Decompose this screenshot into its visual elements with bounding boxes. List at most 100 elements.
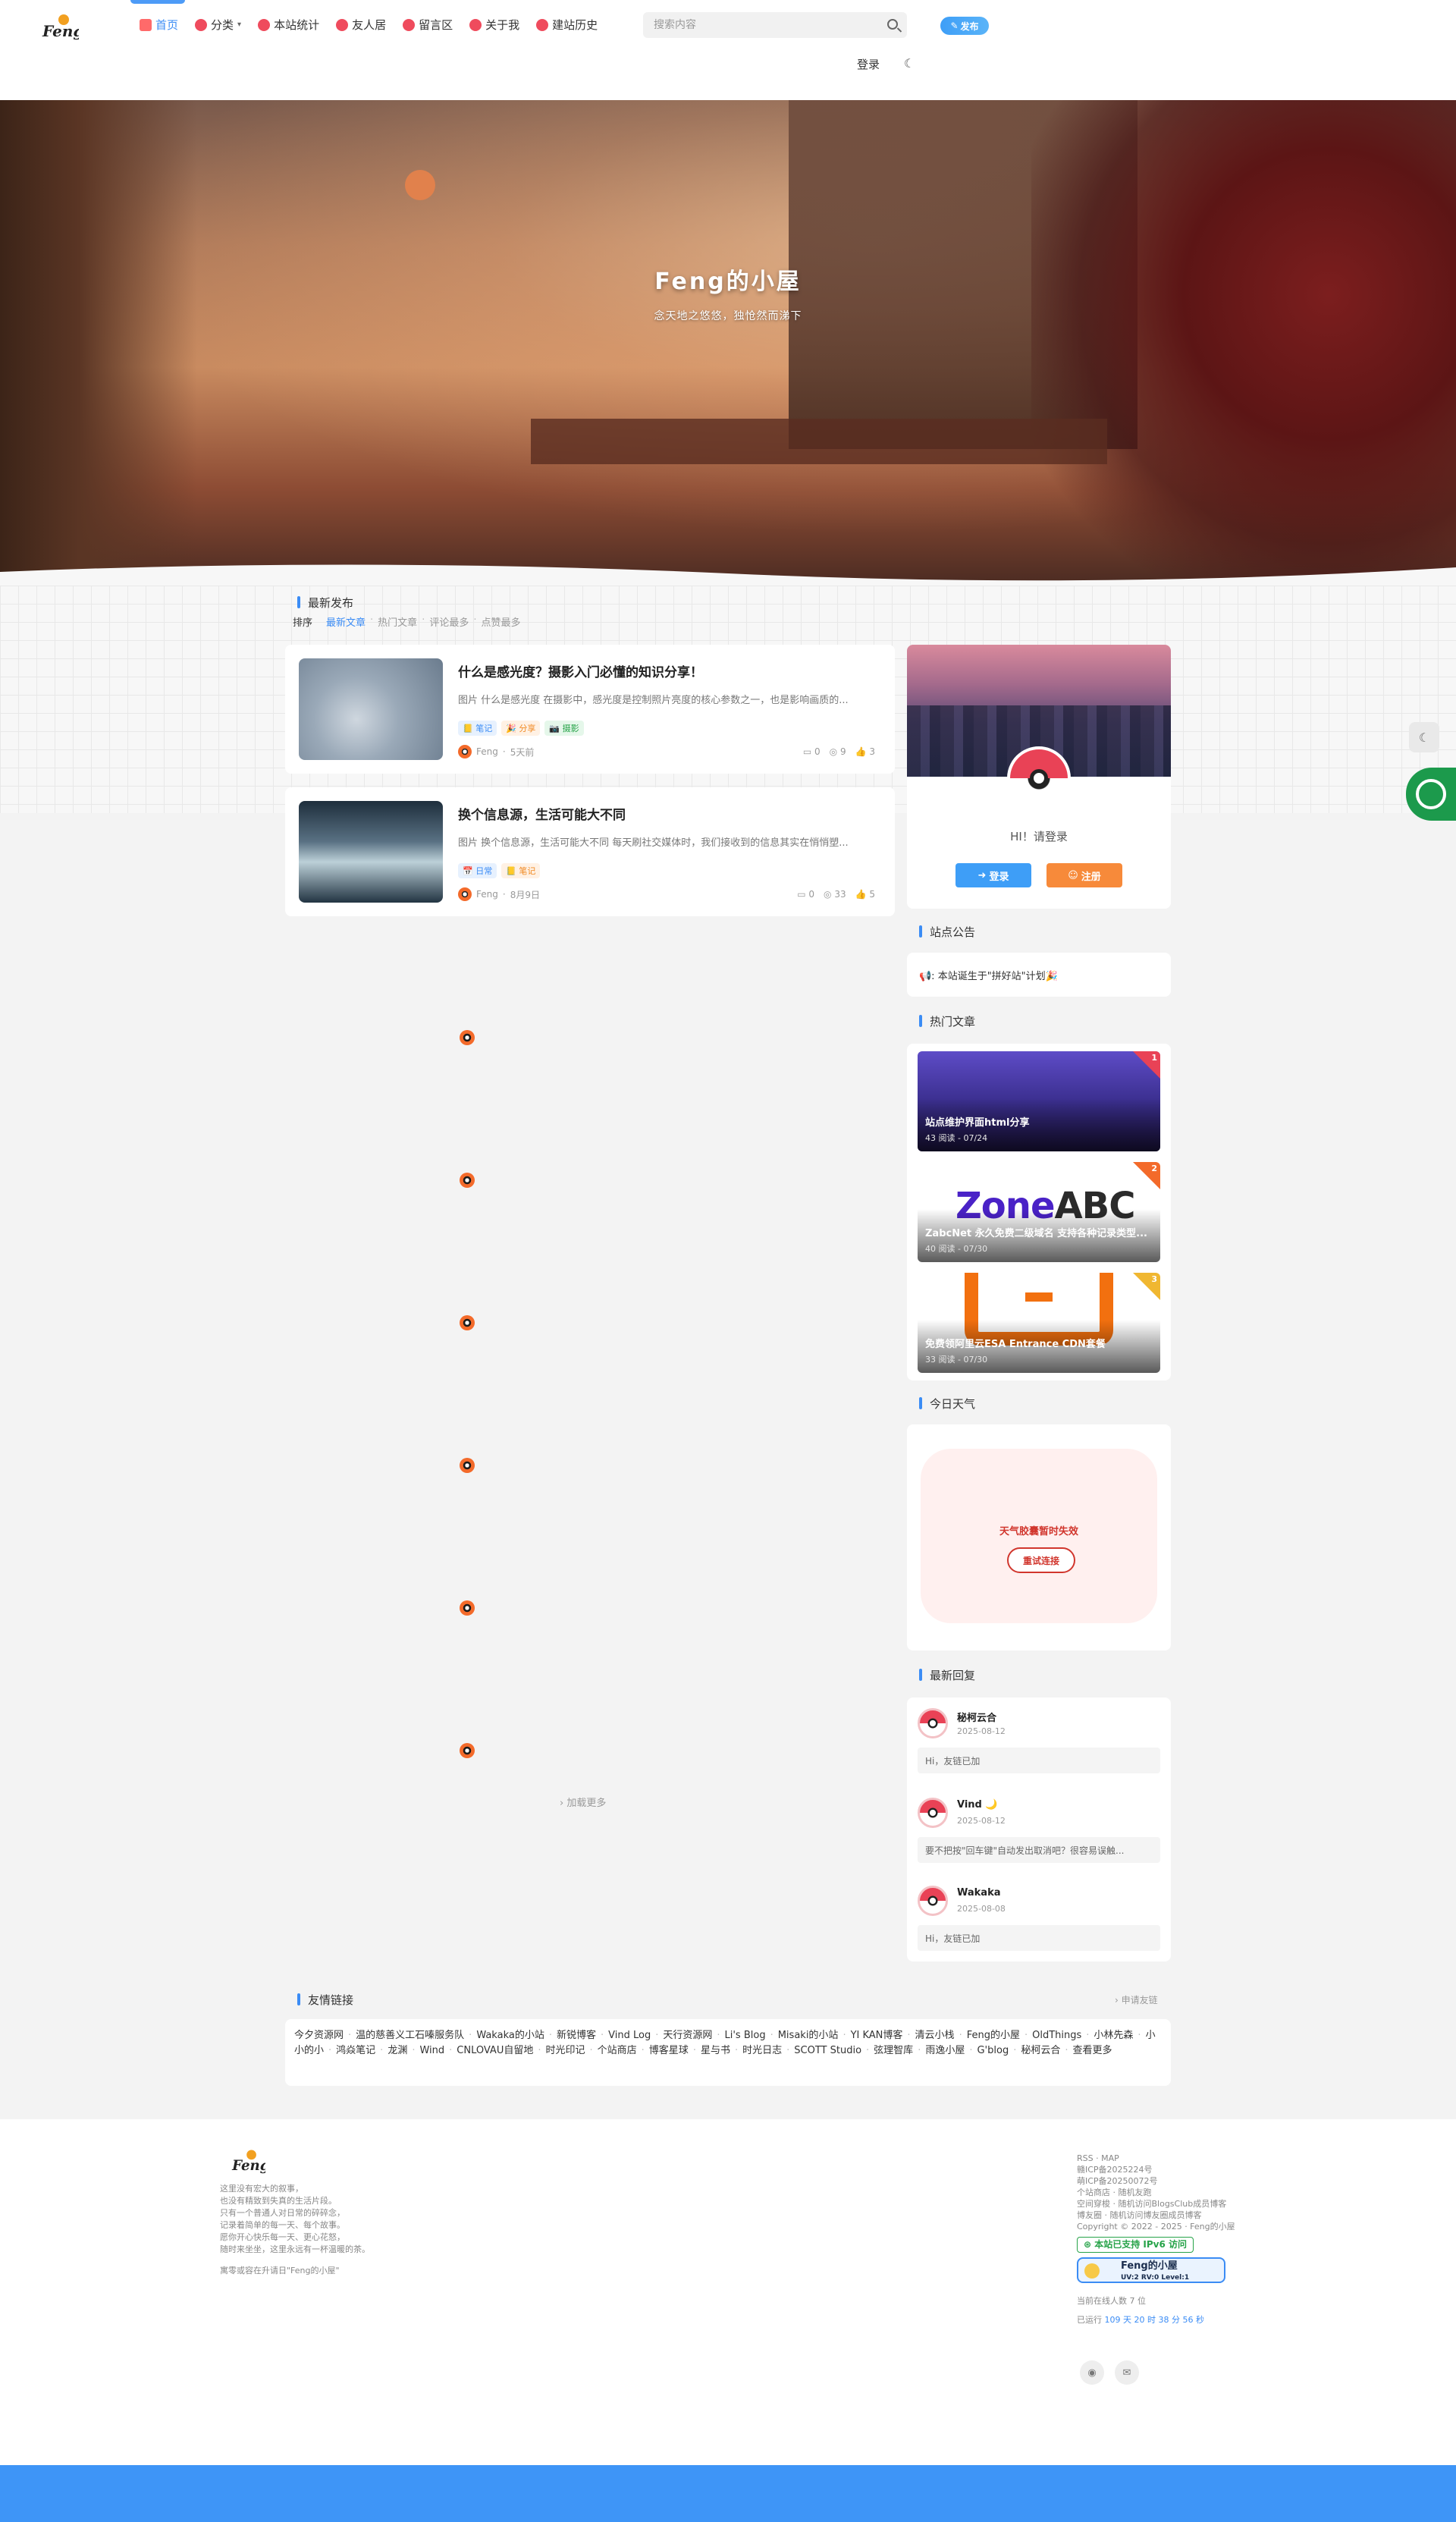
dark-mode-toggle[interactable]: ☾	[1409, 722, 1439, 752]
top-header: Feng 首页 分类▾ 本站统计 友人居 留言区 关于我 建站历史 ✎发布 登录…	[0, 0, 1456, 100]
tag[interactable]: 📅 日常	[458, 863, 497, 878]
friend-link[interactable]: 温的慈善义工石嗪服务队	[356, 2030, 464, 2041]
friend-link[interactable]: 天行资源网	[663, 2030, 712, 2041]
nav-friends[interactable]: 友人居	[336, 17, 386, 33]
latest-section-title: 最新发布	[297, 595, 353, 611]
hot-article[interactable]: 免费领阿里云ESA Entrance CDN套餐 33 阅读 - 07/30 3	[918, 1273, 1160, 1373]
nav-about[interactable]: 关于我	[469, 17, 519, 33]
post-excerpt: 图片 什么是感光度 在摄影中，感光度是控制照片亮度的核心参数之一，也是影响画质的…	[458, 695, 849, 706]
footer: Feng 这里没有宏大的叙事， 也没有精致到失真的生活片段。 只有一个普通人对日…	[0, 2119, 1456, 2465]
hot-article[interactable]: 站点维护界面html分享 43 阅读 - 07/24 1	[918, 1051, 1160, 1151]
tag[interactable]: 📷 摄影	[544, 721, 584, 736]
apply-link-button[interactable]: › 申请友链	[1115, 1993, 1158, 2006]
like-icon: 👍 3	[855, 746, 875, 757]
site-badge[interactable]: Feng的小屋 UV:2 RV:0 Level:1	[1077, 2257, 1225, 2283]
star-icon	[469, 18, 482, 31]
friend-link[interactable]: OldThings	[1032, 2030, 1081, 2041]
nav-stats[interactable]: 本站统计	[258, 17, 319, 33]
friend-link[interactable]: Vind Log	[608, 2030, 651, 2041]
sort-likes[interactable]: 点赞最多	[481, 614, 520, 629]
nav-home[interactable]: 首页	[130, 0, 186, 33]
friend-link[interactable]: 时光日志	[742, 2045, 782, 2056]
nav-category[interactable]: 分类 ▾	[195, 17, 241, 33]
icp-link[interactable]: 赣ICP备2025224号	[1077, 2164, 1235, 2175]
post-tags: 📒 笔记 🎉 分享 📷 摄影	[458, 721, 584, 736]
loading-spinner	[460, 1743, 475, 1758]
friend-link[interactable]: 弦理智库	[874, 2045, 913, 2056]
load-more-button[interactable]: › 加载更多	[560, 1795, 606, 1809]
friend-link[interactable]: 秘柯云合	[1021, 2045, 1060, 2056]
friend-link[interactable]: G'blog	[977, 2045, 1009, 2056]
uptime: 已运行 109 天 20 时 38 分 56 秒	[1077, 2315, 1204, 2325]
user-card: HI！请登录 ➜ 登录 ☺ 注册	[907, 645, 1171, 909]
notice-card: 📢: 本站诞生于"拼好站"计划🎉	[907, 953, 1171, 997]
avatar[interactable]	[1007, 746, 1071, 810]
tag[interactable]: 🎉 分享	[501, 721, 541, 736]
post-title[interactable]: 换个信息源，生活可能大不同	[458, 804, 868, 823]
friend-link[interactable]: 今夕资源网	[294, 2030, 344, 2041]
sort-latest[interactable]: 最新文章	[326, 614, 366, 629]
post-author: Feng · 8月9日	[458, 887, 540, 901]
retry-button[interactable]: 重试连接	[1007, 1547, 1075, 1573]
mail-icon[interactable]: ✉	[1115, 2360, 1139, 2385]
qq-icon[interactable]: ◉	[1080, 2360, 1104, 2385]
friend-link[interactable]: 雨逸小屋	[925, 2045, 965, 2056]
pen-icon: ✎	[950, 20, 959, 31]
publish-button[interactable]: ✎ 发布	[940, 17, 989, 35]
search-icon[interactable]	[887, 19, 898, 30]
nav-history[interactable]: 建站历史	[536, 17, 598, 33]
rss-map-links[interactable]: RSS · MAP	[1077, 2153, 1235, 2164]
friend-link[interactable]: YI KAN博客	[851, 2030, 903, 2041]
friend-link[interactable]: 查看更多	[1073, 2045, 1112, 2056]
sort-hot[interactable]: 热门文章	[378, 614, 417, 629]
hero-title: Feng的小屋	[654, 269, 802, 295]
register-button[interactable]: ☺ 注册	[1046, 863, 1122, 887]
moon-icon[interactable]: ☾	[899, 53, 919, 73]
search-input[interactable]	[643, 12, 871, 38]
weather-error: 天气胶囊暂时失效	[999, 1526, 1078, 1537]
like-icon: 👍 5	[855, 889, 875, 900]
post-thumbnail[interactable]	[299, 658, 443, 760]
friend-link[interactable]: CNLOVAU自留地	[457, 2045, 533, 2056]
friend-link[interactable]: SCOTT Studio	[794, 2045, 861, 2056]
friend-link[interactable]: Feng的小屋	[967, 2030, 1020, 2041]
post-thumbnail[interactable]	[299, 801, 443, 903]
bottom-bar	[0, 2465, 1456, 2522]
friend-link[interactable]: Wind	[419, 2045, 444, 2056]
friend-link[interactable]: Misaki的小站	[778, 2030, 839, 2041]
post-title[interactable]: 什么是感光度？摄影入门必懂的知识分享！	[458, 661, 868, 680]
online-count: 当前在线人数 7 位	[1077, 2296, 1146, 2306]
latest-replies-card: 秘柯云合 2025-08-12 Hi，友链已加 Vind 🌙 2025-08-1…	[907, 1698, 1171, 1961]
sort-comments[interactable]: 评论最多	[429, 614, 469, 629]
footer-logo[interactable]: Feng	[231, 2147, 265, 2177]
login-link[interactable]: 登录	[857, 56, 880, 72]
avatar	[458, 745, 472, 758]
friend-link[interactable]: 龙渊	[388, 2045, 407, 2056]
security-badge[interactable]	[1406, 768, 1456, 821]
friend-link[interactable]: 个站商店	[598, 2045, 637, 2056]
tag[interactable]: 📒 笔记	[458, 721, 497, 736]
friend-link[interactable]: 清云小栈	[915, 2030, 955, 2041]
hero-banner: Feng的小屋 念天地之悠悠，独怆然而涕下	[0, 100, 1456, 586]
hot-title: 热门文章	[919, 1013, 975, 1029]
weather-title: 今日天气	[919, 1396, 975, 1412]
tag[interactable]: 📒 笔记	[501, 863, 541, 878]
site-logo[interactable]: Feng	[41, 11, 79, 44]
friend-link[interactable]: Wakaka的小站	[476, 2030, 544, 2041]
login-button[interactable]: ➜ 登录	[956, 863, 1031, 887]
friend-link[interactable]: 新锐博客	[557, 2030, 596, 2041]
friend-link[interactable]: 星与书	[701, 2045, 730, 2056]
friend-link[interactable]: Li's Blog	[725, 2030, 766, 2041]
comment-icon: ▭ 0	[802, 746, 821, 757]
friend-link[interactable]: 时光印记	[545, 2045, 585, 2056]
friend-link[interactable]: 小林先森	[1094, 2030, 1133, 2041]
icp-link[interactable]: 萌ICP备20250072号	[1077, 2175, 1235, 2187]
friend-link[interactable]: 博客星球	[649, 2045, 689, 2056]
friend-link[interactable]: 鸿焱笔记	[336, 2045, 375, 2056]
footer-info: RSS · MAP 赣ICP备2025224号 萌ICP备20250072号 个…	[1077, 2153, 1235, 2325]
post-card[interactable]: 什么是感光度？摄影入门必懂的知识分享！ 图片 什么是感光度 在摄影中，感光度是控…	[285, 645, 895, 774]
nav-guestbook[interactable]: 留言区	[403, 17, 453, 33]
avatar	[458, 887, 472, 901]
post-card[interactable]: 换个信息源，生活可能大不同 图片 换个信息源，生活可能大不同 每天刷社交媒体时，…	[285, 787, 895, 916]
hot-article[interactable]: ZoneABC ZabcNet 永久免费二级域名 支持各种记录类型... 40 …	[918, 1162, 1160, 1262]
